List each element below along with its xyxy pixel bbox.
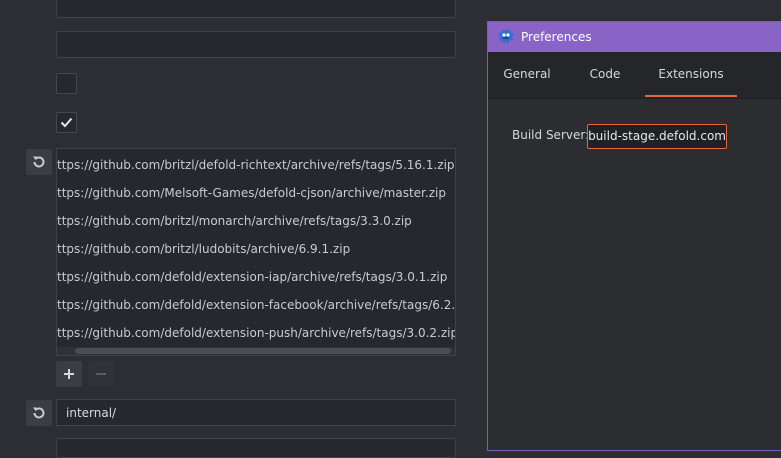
url-item[interactable]: ttps://github.com/defold/extension-iap/a… — [57, 267, 447, 287]
checkmark-icon — [60, 117, 73, 128]
text-field-2[interactable] — [56, 31, 456, 58]
add-url-button[interactable] — [56, 361, 82, 387]
active-tab-indicator — [645, 95, 737, 97]
url-item[interactable]: ttps://github.com/britzl/monarch/archive… — [57, 211, 412, 231]
defold-logo-icon — [498, 30, 514, 44]
window-title: Preferences — [521, 30, 592, 44]
tab-extensions[interactable]: Extensions — [645, 52, 737, 98]
title-bar[interactable]: Preferences — [488, 22, 781, 52]
build-server-input[interactable]: build-stage.defold.com — [587, 124, 727, 149]
path-field[interactable]: internal/ — [56, 399, 456, 426]
url-item[interactable]: ttps://github.com/britzl/defold-richtext… — [57, 155, 455, 175]
dependency-url-list[interactable]: ttps://github.com/britzl/defold-richtext… — [56, 148, 456, 356]
remove-url-button[interactable] — [88, 361, 114, 387]
url-item[interactable]: ttps://github.com/britzl/ludobits/archiv… — [57, 239, 350, 259]
build-server-label: Build Server: — [512, 128, 590, 142]
tab-general[interactable]: General — [496, 52, 558, 98]
url-item[interactable]: ttps://github.com/Melsoft-Games/defold-c… — [57, 183, 446, 203]
reset-icon — [33, 156, 45, 168]
preferences-window: Preferences General Code Extensions Buil… — [487, 21, 781, 451]
checkbox-unchecked[interactable] — [56, 73, 77, 94]
url-item[interactable]: ttps://github.com/defold/extension-faceb… — [57, 295, 455, 315]
minus-icon — [96, 373, 106, 375]
reset-path-button[interactable] — [26, 400, 52, 426]
reset-urls-button[interactable] — [26, 149, 52, 175]
scrollbar-thumb[interactable] — [75, 348, 451, 354]
tab-code[interactable]: Code — [578, 52, 632, 98]
bottom-field[interactable] — [56, 438, 456, 458]
tab-bar: General Code Extensions — [488, 52, 781, 99]
reset-icon — [33, 407, 45, 419]
horizontal-scrollbar[interactable] — [57, 347, 455, 355]
plus-icon — [64, 369, 74, 379]
url-item[interactable]: ttps://github.com/defold/extension-push/… — [57, 323, 455, 343]
top-field[interactable] — [56, 0, 456, 18]
checkbox-checked[interactable] — [56, 112, 77, 133]
